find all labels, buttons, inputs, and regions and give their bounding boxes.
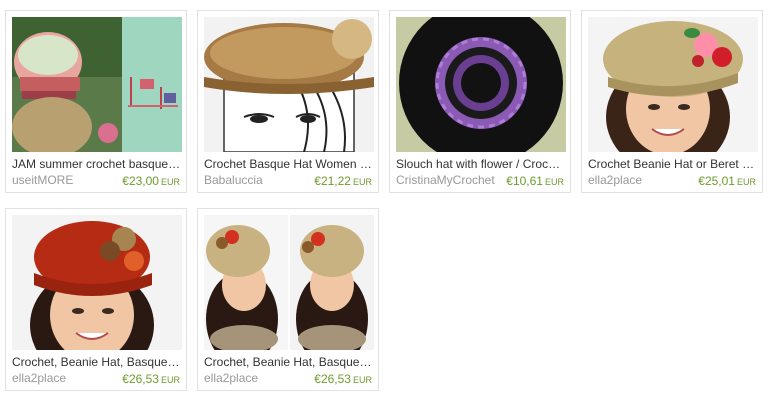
listing-card[interactable]: Crochet Basque Hat Women Winter Babalucc… [197, 10, 379, 193]
listing-price: €26,53 EUR [122, 371, 180, 388]
shop-name[interactable]: ella2place [204, 371, 308, 386]
listing-card[interactable]: Crochet, Beanie Hat, Basque Beret ella2p… [197, 208, 379, 391]
listing-title[interactable]: Crochet, Beanie Hat, Basque Beret [12, 355, 182, 370]
listing-image[interactable] [12, 215, 182, 350]
price-amount: €10,61 [506, 174, 543, 188]
listing-card[interactable]: JAM summer crochet basque beret useitMOR… [5, 10, 187, 193]
listing-card[interactable]: Slouch hat with flower / Crochet beret C… [389, 10, 571, 193]
price-amount: €21,22 [314, 174, 351, 188]
listing-price: €26,53 EUR [314, 371, 372, 388]
listing-image[interactable] [204, 17, 374, 152]
listing-price: €25,01 EUR [698, 173, 756, 190]
price-currency: EUR [352, 177, 372, 187]
price-currency: EUR [160, 375, 180, 385]
price-amount: €26,53 [122, 372, 159, 386]
shop-name[interactable]: ella2place [588, 173, 692, 188]
listing-image[interactable] [12, 17, 182, 152]
price-amount: €23,00 [122, 174, 159, 188]
listing-title[interactable]: JAM summer crochet basque beret [12, 157, 182, 172]
shop-name[interactable]: ella2place [12, 371, 116, 386]
shop-name[interactable]: Babaluccia [204, 173, 308, 188]
listing-title[interactable]: Crochet, Beanie Hat, Basque Beret [204, 355, 374, 370]
listing-image[interactable] [204, 215, 374, 350]
listing-image[interactable] [396, 17, 566, 152]
price-amount: €25,01 [698, 174, 735, 188]
listing-price: €21,22 EUR [314, 173, 372, 190]
price-currency: EUR [352, 375, 372, 385]
listing-card[interactable]: Crochet, Beanie Hat, Basque Beret ella2p… [5, 208, 187, 391]
listing-title[interactable]: Crochet Beanie Hat or Beret with flowers [588, 157, 758, 172]
listing-title[interactable]: Crochet Basque Hat Women Winter [204, 157, 374, 172]
listing-price: €23,00 EUR [122, 173, 180, 190]
shop-name[interactable]: CristinaMyCrochet [396, 173, 500, 188]
listing-image[interactable] [588, 17, 758, 152]
price-currency: EUR [736, 177, 756, 187]
price-currency: EUR [160, 177, 180, 187]
price-amount: €26,53 [314, 372, 351, 386]
shop-name[interactable]: useitMORE [12, 173, 116, 188]
price-currency: EUR [544, 177, 564, 187]
listing-card[interactable]: Crochet Beanie Hat or Beret with flowers… [581, 10, 763, 193]
listing-price: €10,61 EUR [506, 173, 564, 190]
listing-title[interactable]: Slouch hat with flower / Crochet beret [396, 157, 566, 172]
